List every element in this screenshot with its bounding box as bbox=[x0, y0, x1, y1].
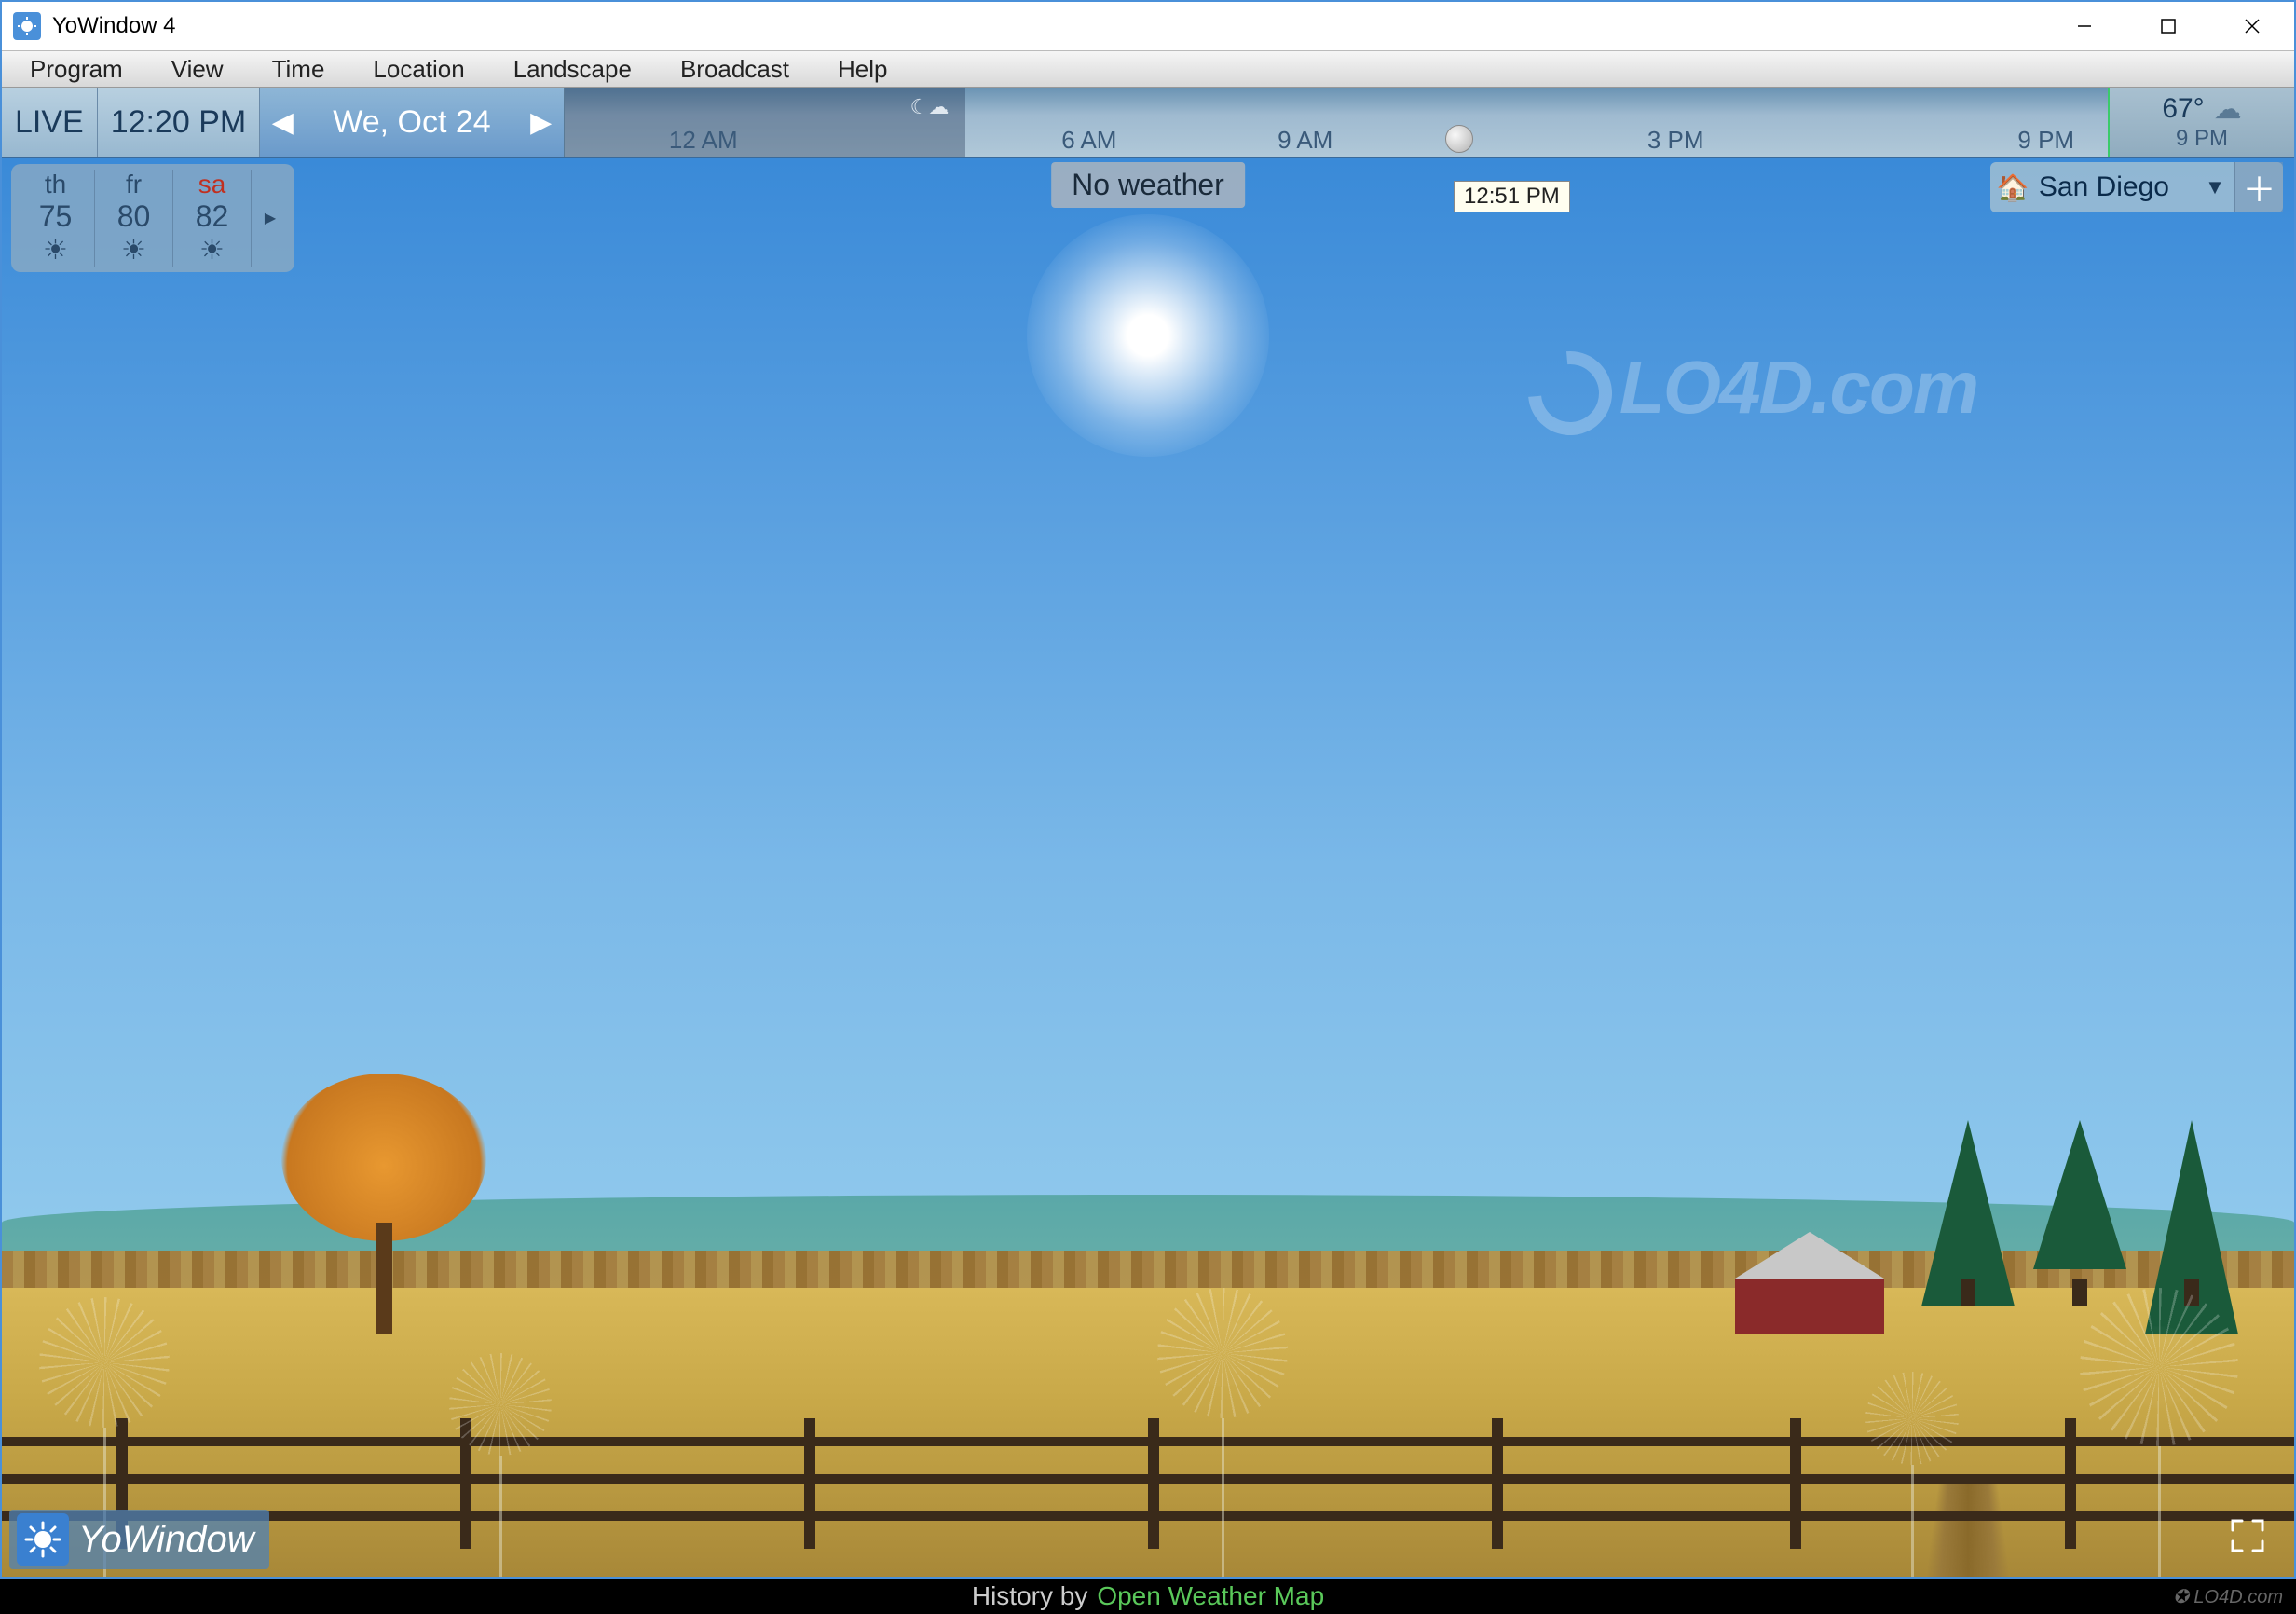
current-temp: 67° bbox=[2162, 93, 2204, 125]
watermark-small: ✪ LO4D.com bbox=[2173, 1585, 2283, 1608]
history-prefix: History by bbox=[972, 1581, 1087, 1611]
prev-day-button[interactable]: ◀ bbox=[260, 106, 305, 139]
titlebar: YoWindow 4 bbox=[2, 2, 2294, 50]
location-picker: 🏠 San Diego ▼ ＋ bbox=[1990, 162, 2283, 212]
brand-text: YoWindow bbox=[78, 1519, 254, 1561]
menubar: Program View Time Location Landscape Bro… bbox=[2, 50, 2294, 88]
forecast-day[interactable]: sa 82 ☀︎ bbox=[173, 170, 252, 267]
forecast-panel: th 75 ☀︎ fr 80 ☀︎ sa 82 ☀︎ ▶ bbox=[11, 164, 294, 272]
sun-small-icon: ☀︎ bbox=[43, 234, 68, 267]
close-button[interactable] bbox=[2210, 2, 2294, 50]
timeline-handle[interactable] bbox=[1445, 125, 1473, 153]
menu-view[interactable]: View bbox=[171, 55, 224, 84]
cloud-icon: ☁ bbox=[2214, 93, 2242, 126]
date-navigator: ◀ We, Oct 24 ▶ bbox=[260, 88, 564, 157]
fence bbox=[2, 1418, 2294, 1549]
forecast-day-temp: 82 bbox=[196, 199, 229, 234]
window-title: YoWindow 4 bbox=[52, 13, 2043, 39]
forecast-day-name: fr bbox=[126, 170, 142, 199]
forecast-next-button[interactable]: ▶ bbox=[252, 170, 289, 267]
brand-badge[interactable]: YoWindow bbox=[9, 1510, 269, 1569]
minimize-button[interactable] bbox=[2043, 2, 2126, 50]
timeline-label: 12 AM bbox=[669, 126, 738, 155]
current-weather-pill[interactable]: 67° ☁ 9 PM bbox=[2108, 88, 2294, 157]
sun-icon bbox=[1027, 214, 1269, 457]
history-provider-link[interactable]: Open Weather Map bbox=[1097, 1581, 1324, 1611]
menu-location[interactable]: Location bbox=[373, 55, 464, 84]
fullscreen-button[interactable] bbox=[2223, 1511, 2272, 1560]
tree bbox=[281, 1074, 486, 1334]
home-icon[interactable]: 🏠 bbox=[1990, 172, 2035, 203]
timeline-label: 9 PM bbox=[2017, 126, 2074, 155]
timeline-tooltip: 12:51 PM bbox=[1454, 181, 1570, 212]
pine-trees bbox=[1921, 1120, 2238, 1334]
menu-time[interactable]: Time bbox=[272, 55, 325, 84]
menu-help[interactable]: Help bbox=[838, 55, 887, 84]
sun-small-icon: ☀︎ bbox=[121, 234, 146, 267]
current-time[interactable]: 12:20 PM bbox=[98, 88, 261, 157]
next-day-button[interactable]: ▶ bbox=[519, 106, 564, 139]
moon-icon: ☾☁ bbox=[910, 95, 950, 119]
forecast-day-temp: 80 bbox=[117, 199, 151, 234]
current-weather-time: 9 PM bbox=[2176, 126, 2228, 152]
forecast-day-temp: 75 bbox=[39, 199, 73, 234]
menu-program[interactable]: Program bbox=[30, 55, 123, 84]
history-bar: History by Open Weather Map ✪ LO4D.com bbox=[0, 1579, 2296, 1614]
brand-sun-icon bbox=[17, 1513, 69, 1566]
watermark: LO4D.com bbox=[1528, 345, 1977, 435]
timeline[interactable]: ☾☁ 12 AM 6 AM 9 AM 3 PM 9 PM bbox=[565, 88, 2108, 157]
location-name[interactable]: San Diego bbox=[2035, 171, 2195, 203]
toolbar: LIVE 12:20 PM ◀ We, Oct 24 ▶ ☾☁ 12 AM 6 … bbox=[2, 88, 2294, 158]
forecast-day[interactable]: fr 80 ☀︎ bbox=[95, 170, 173, 267]
barn bbox=[1735, 1232, 1884, 1325]
timeline-label: 3 PM bbox=[1647, 126, 1704, 155]
landscape-canvas[interactable]: LO4D.com bbox=[2, 158, 2294, 1577]
forecast-day-name: th bbox=[45, 170, 66, 199]
app-icon bbox=[13, 12, 41, 40]
forecast-day[interactable]: th 75 ☀︎ bbox=[17, 170, 95, 267]
location-dropdown-button[interactable]: ▼ bbox=[2195, 175, 2234, 199]
current-date[interactable]: We, Oct 24 bbox=[305, 104, 518, 141]
forecast-day-name: sa bbox=[198, 170, 226, 199]
live-button[interactable]: LIVE bbox=[2, 88, 98, 157]
sun-small-icon: ☀︎ bbox=[199, 234, 225, 267]
timeline-label: 9 AM bbox=[1278, 126, 1332, 155]
maximize-button[interactable] bbox=[2126, 2, 2210, 50]
menu-broadcast[interactable]: Broadcast bbox=[680, 55, 789, 84]
no-weather-badge: No weather bbox=[1051, 162, 1245, 208]
menu-landscape[interactable]: Landscape bbox=[513, 55, 632, 84]
timeline-label: 6 AM bbox=[1061, 126, 1116, 155]
add-location-button[interactable]: ＋ bbox=[2234, 162, 2283, 212]
